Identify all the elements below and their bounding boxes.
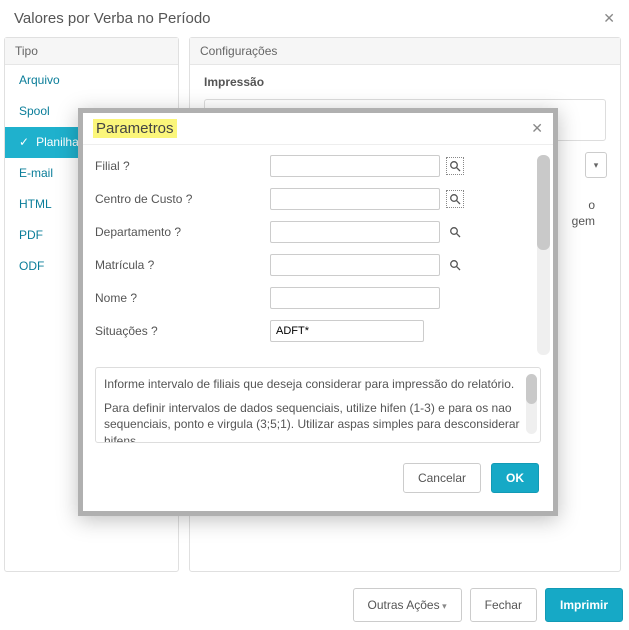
close-icon[interactable]: ✕ bbox=[603, 10, 615, 27]
main-title: Valores por Verba no Período bbox=[14, 10, 211, 27]
other-actions-button[interactable]: Outras Ações bbox=[353, 588, 462, 622]
main-header: Valores por Verba no Período ✕ bbox=[0, 0, 629, 37]
search-icon[interactable] bbox=[446, 256, 464, 274]
chevron-down-icon: ▾ bbox=[594, 160, 599, 171]
ok-button[interactable]: OK bbox=[491, 463, 539, 493]
matricula-label: Matrícula ? bbox=[95, 258, 270, 272]
help-text-line1: Informe intervalo de filiais que deseja … bbox=[104, 376, 520, 392]
search-icon[interactable] bbox=[446, 190, 464, 208]
field-row-situacoes: Situações ? bbox=[95, 320, 531, 342]
filial-input[interactable] bbox=[270, 155, 440, 177]
help-text-box: Informe intervalo de filiais que deseja … bbox=[95, 367, 541, 443]
help-scrollbar[interactable] bbox=[526, 374, 537, 434]
parametros-dialog: Parametros ✕ Filial ? Centro de Custo ? … bbox=[78, 108, 558, 516]
help-text-line2: Para definir intervalos de dados sequenc… bbox=[104, 400, 520, 443]
main-footer: Outras Ações Fechar Imprimir bbox=[347, 580, 629, 630]
parametros-header: Parametros ✕ bbox=[83, 113, 553, 145]
sidebar-item-arquivo[interactable]: Arquivo bbox=[5, 65, 178, 96]
search-icon[interactable] bbox=[446, 157, 464, 175]
panel-tipo-header: Tipo bbox=[5, 38, 178, 65]
partial-text-1: o gem bbox=[572, 198, 595, 228]
search-icon[interactable] bbox=[446, 223, 464, 241]
field-row-centro-custo: Centro de Custo ? bbox=[95, 188, 531, 210]
centro-custo-label: Centro de Custo ? bbox=[95, 192, 270, 206]
field-row-departamento: Departamento ? bbox=[95, 221, 531, 243]
scrollbar[interactable] bbox=[537, 155, 550, 355]
situacoes-input[interactable] bbox=[270, 320, 424, 342]
matricula-input[interactable] bbox=[270, 254, 440, 276]
departamento-label: Departamento ? bbox=[95, 225, 270, 239]
field-row-filial: Filial ? bbox=[95, 155, 531, 177]
field-row-nome: Nome ? bbox=[95, 287, 531, 309]
filial-label: Filial ? bbox=[95, 159, 270, 173]
centro-custo-input[interactable] bbox=[270, 188, 440, 210]
panel-configuracoes-header: Configurações bbox=[190, 38, 620, 65]
departamento-input[interactable] bbox=[270, 221, 440, 243]
close-button[interactable]: Fechar bbox=[470, 588, 537, 622]
parametros-title: Parametros bbox=[93, 119, 177, 138]
config-dropdown-button[interactable]: ▾ bbox=[585, 152, 607, 178]
situacoes-label: Situações ? bbox=[95, 324, 270, 338]
cancel-button[interactable]: Cancelar bbox=[403, 463, 481, 493]
parametros-close-icon[interactable]: ✕ bbox=[531, 120, 543, 137]
print-button[interactable]: Imprimir bbox=[545, 588, 623, 622]
field-row-matricula: Matrícula ? bbox=[95, 254, 531, 276]
scrollbar-thumb[interactable] bbox=[537, 155, 550, 250]
parametros-footer: Cancelar OK bbox=[83, 443, 553, 511]
parametros-body: Filial ? Centro de Custo ? Departamento … bbox=[83, 145, 553, 363]
nome-label: Nome ? bbox=[95, 291, 270, 305]
impressao-label: Impressão bbox=[190, 65, 620, 93]
help-scrollbar-thumb[interactable] bbox=[526, 374, 537, 404]
nome-input[interactable] bbox=[270, 287, 440, 309]
